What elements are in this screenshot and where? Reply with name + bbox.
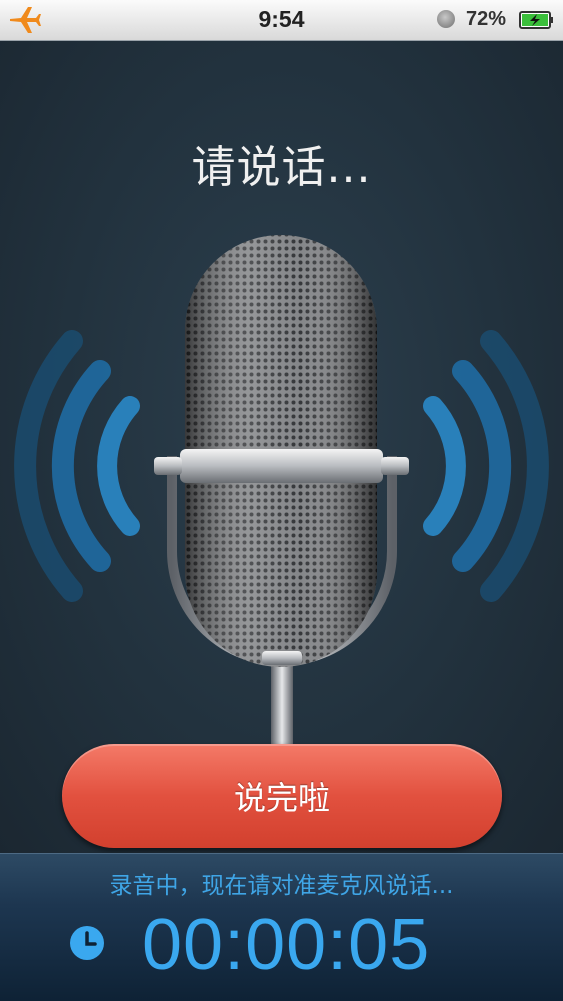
done-button[interactable]: 说完啦 (62, 744, 502, 848)
recording-screen: 请说话... 说完啦 (0, 41, 563, 853)
recording-status-text: 录音中，现在请对准麦克风说话... (109, 873, 454, 899)
battery-percent: 72% (466, 8, 506, 31)
battery-charging-icon (519, 11, 553, 29)
alarm-icon (437, 10, 455, 28)
recording-status-panel: 录音中，现在请对准麦克风说话... 00:00:05 (0, 853, 563, 1001)
microphone-icon (154, 235, 409, 751)
battery-percent-suffix: % (488, 8, 507, 30)
status-bar: 9:54 72% (0, 0, 563, 41)
elapsed-timer: 00:00:05 (142, 905, 431, 985)
done-button-label: 说完啦 (233, 779, 330, 817)
page-title: 请说话... (191, 142, 372, 193)
battery-percent-value: 72 (466, 8, 489, 30)
clock-icon (70, 926, 104, 960)
